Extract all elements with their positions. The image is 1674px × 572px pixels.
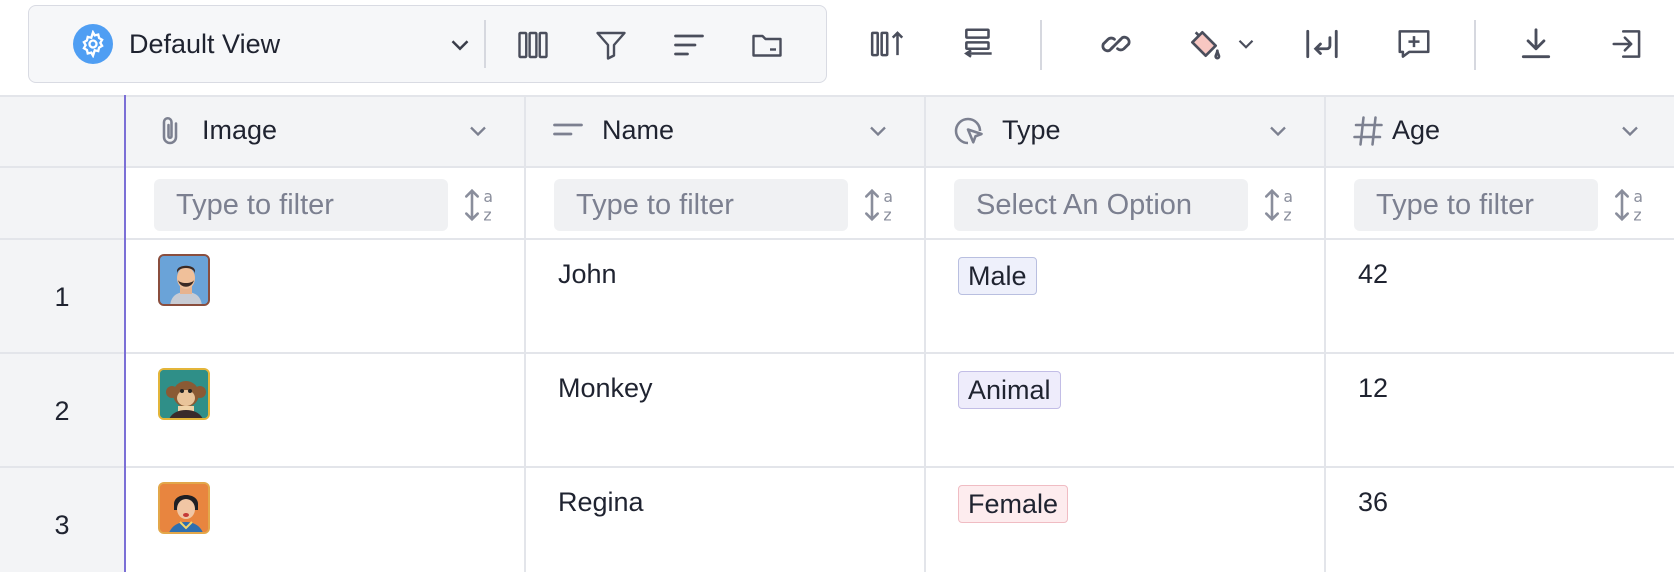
columns-icon[interactable] [509,24,557,66]
svg-text:a: a [483,187,493,206]
sort-icon[interactable] [665,24,713,66]
svg-text:z: z [483,206,491,225]
name-cell: John [558,259,617,289]
column-header-type[interactable]: Type [926,95,1324,167]
view-toolbar-group: Default View [28,5,827,83]
filter-icon[interactable] [587,24,635,66]
sort-az-icon[interactable]: az [862,183,902,227]
type-select-input[interactable] [954,179,1248,231]
age-cell: 36 [1358,487,1389,517]
paint-bucket-icon[interactable] [1180,20,1228,68]
chevron-down-icon[interactable] [445,30,475,60]
select-cursor-icon [950,113,986,149]
folder-icon[interactable] [743,24,791,66]
name-filter-input[interactable] [554,179,848,231]
toolbar-divider [1474,20,1476,70]
toolbar: Default View [0,0,1674,96]
import-icon[interactable] [1604,20,1652,68]
column-label: Image [202,115,278,145]
add-comment-icon[interactable] [1390,20,1438,68]
avatar[interactable] [158,254,210,306]
avatar[interactable] [158,368,210,420]
chevron-down-icon[interactable] [1264,117,1292,145]
age-filter-input[interactable] [1354,179,1598,231]
gear-icon [73,24,113,64]
column-add-icon[interactable] [864,20,912,68]
sort-az-icon[interactable]: az [462,183,502,227]
row-number: 2 [54,396,70,426]
svg-text:a: a [1283,187,1293,206]
download-icon[interactable] [1512,20,1560,68]
data-grid: Image Name Type Age az [0,95,1674,572]
name-cell: Regina [558,487,644,517]
column-label: Age [1392,115,1441,145]
image-filter-input[interactable] [154,179,448,231]
toolbar-divider [484,20,486,68]
svg-text:a: a [1633,187,1643,206]
view-name: Default View [129,28,281,59]
view-selector[interactable]: Default View [43,18,483,70]
chevron-down-icon[interactable] [864,117,892,145]
column-header-image[interactable]: Image [126,95,524,167]
svg-text:a: a [883,187,893,206]
toolbar-divider [1040,20,1042,70]
svg-text:z: z [883,206,891,225]
row-height-icon[interactable] [955,20,1003,68]
row-number: 1 [54,282,70,312]
chevron-down-icon[interactable] [1616,117,1644,145]
paperclip-icon [152,113,188,149]
type-tag: Male [958,257,1037,295]
row-number: 3 [54,510,70,540]
column-header-name[interactable]: Name [526,95,924,167]
svg-text:z: z [1283,206,1291,225]
sort-az-icon[interactable]: az [1262,183,1302,227]
avatar[interactable] [158,482,210,534]
sort-az-icon[interactable]: az [1612,183,1652,227]
column-header-age[interactable]: Age [1326,95,1674,167]
chevron-down-icon[interactable] [464,117,492,145]
svg-text:z: z [1633,206,1641,225]
type-tag: Female [958,485,1069,523]
name-cell: Monkey [558,373,653,403]
hash-icon [1350,113,1386,149]
link-icon[interactable] [1092,20,1140,68]
column-label: Name [602,115,675,145]
wrap-text-icon[interactable] [1298,20,1346,68]
text-lines-icon [550,113,586,149]
age-cell: 12 [1358,373,1389,403]
chevron-down-icon[interactable] [1232,30,1260,58]
age-cell: 42 [1358,259,1389,289]
column-label: Type [1002,115,1061,145]
type-tag: Animal [958,371,1061,409]
